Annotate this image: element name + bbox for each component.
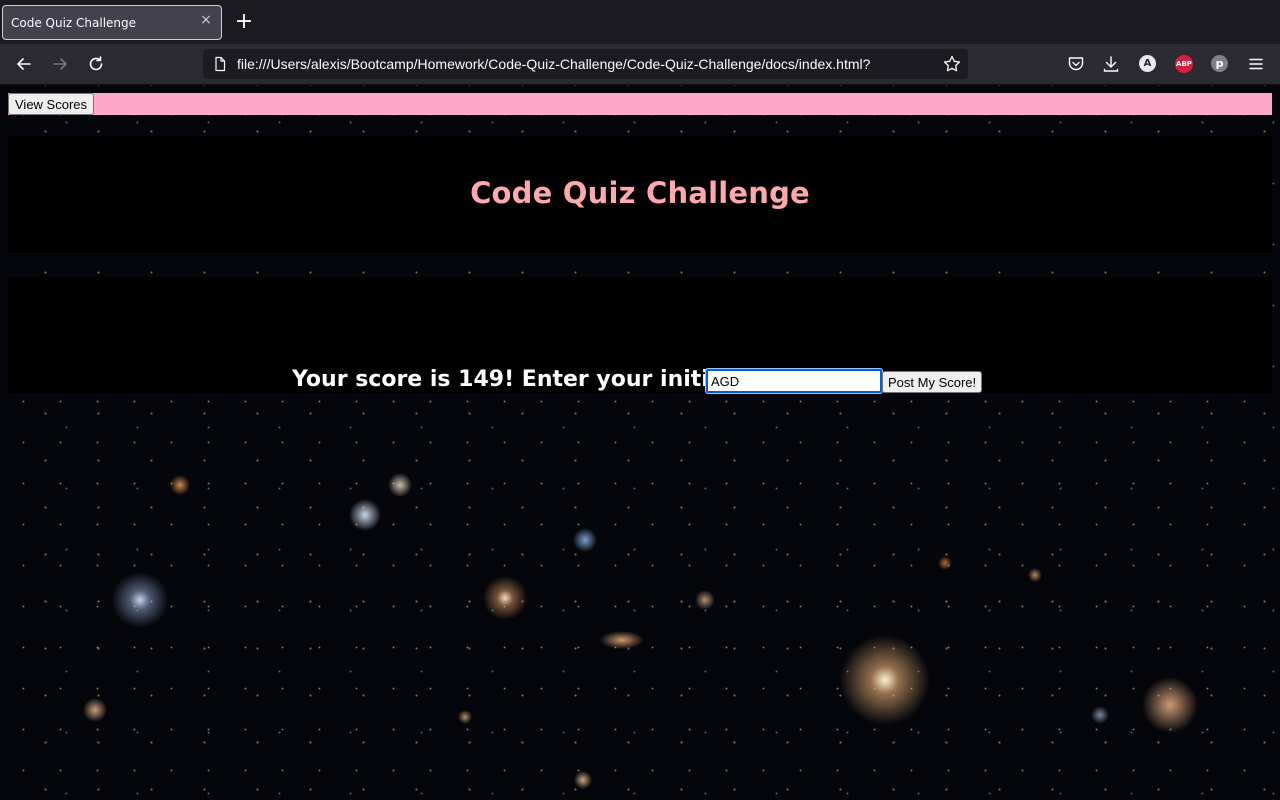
reload-icon[interactable] [85,53,107,75]
close-icon[interactable]: × [200,13,212,27]
initials-input[interactable] [705,368,883,394]
tab-strip: Code Quiz Challenge × + [0,0,1280,44]
account-avatar-icon[interactable]: A [1139,55,1156,72]
adblock-icon[interactable]: ABP [1175,55,1193,73]
download-icon[interactable] [1101,54,1121,74]
menu-icon[interactable] [1246,54,1266,74]
page-title: Code Quiz Challenge [470,176,810,210]
top-bar: View Scores [8,93,1272,115]
forward-arrow-icon[interactable] [49,53,71,75]
bookmark-star-icon[interactable] [942,54,962,74]
page-header: Code Quiz Challenge [8,136,1272,252]
back-arrow-icon[interactable] [13,53,35,75]
plus-icon[interactable]: + [234,10,254,34]
score-prompt: Your score is 149! Enter your initials: [292,367,754,392]
page-viewport: View Scores Code Quiz Challenge Your sco… [0,85,1280,800]
address-bar[interactable]: file:///Users/alexis/Bootcamp/Homework/C… [203,49,968,79]
url-text[interactable]: file:///Users/alexis/Bootcamp/Homework/C… [237,56,870,72]
tab-title: Code Quiz Challenge [11,16,137,30]
view-scores-button[interactable]: View Scores [8,93,95,115]
browser-tab[interactable]: Code Quiz Challenge × [2,5,222,40]
pocket-icon[interactable] [1066,54,1086,74]
post-score-button[interactable]: Post My Score! [882,371,983,393]
pinterest-icon[interactable]: p [1211,55,1228,72]
page-icon [215,56,226,72]
navigation-toolbar: file:///Users/alexis/Bootcamp/Homework/C… [0,44,1280,85]
